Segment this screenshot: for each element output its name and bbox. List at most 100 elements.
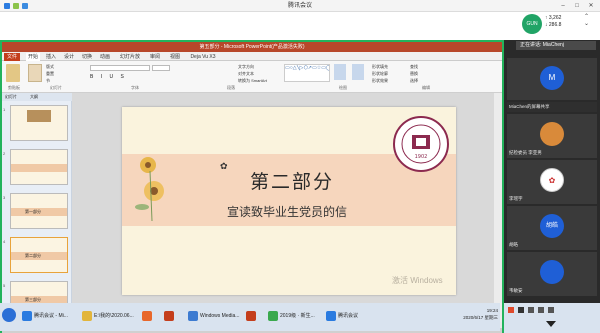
new-slide-icon[interactable]	[28, 64, 42, 82]
shape-outline-button[interactable]: 形状轮廓	[372, 71, 388, 76]
activate-windows-watermark: 激活 Windows	[392, 276, 443, 285]
tab-outline[interactable]: 大纲	[30, 94, 38, 100]
thumb-title: 第二部分	[25, 253, 41, 258]
tab-view[interactable]: 视图	[168, 53, 182, 61]
meeting-title: 腾讯会议	[287, 3, 312, 9]
university-seal-logo: 1902	[393, 116, 449, 172]
task-wechat[interactable]: 2019级 · 新生...	[266, 307, 320, 325]
network-badge[interactable]: GUN	[522, 14, 542, 34]
participant-tile[interactable]: 韦敏安	[507, 252, 597, 296]
tab-transition[interactable]: 切换	[80, 53, 94, 61]
shape-effects-button[interactable]: 形状效果	[372, 78, 388, 83]
ime-mode-icon[interactable]	[518, 307, 524, 313]
group-drawing: 绘图	[339, 85, 347, 90]
thumb-number: 4	[3, 239, 6, 244]
tab-slideshow[interactable]: 幻灯片放映	[118, 53, 142, 68]
find-button[interactable]: 查找	[410, 64, 418, 69]
align-text-button[interactable]: 对齐文本	[238, 71, 254, 76]
maximize-icon[interactable]: □	[570, 0, 584, 12]
ppt-title-bar: 第五部分 - Microsoft PowerPoint(产品激活失败)	[2, 42, 502, 52]
tab-slides[interactable]: 幻灯片	[5, 94, 17, 100]
task-tencent-meeting[interactable]: 腾讯会议 - Mi...	[20, 307, 76, 325]
group-font: 字体	[131, 85, 139, 90]
system-tray	[504, 303, 600, 333]
participant-name: 李瑶宇	[509, 196, 523, 201]
ppt-ribbon: 版式 重置 节 B I U S 文字方向 对齐文本 转换为 SmartArt ▭…	[2, 61, 502, 93]
replace-button[interactable]: 替换	[410, 71, 418, 76]
meeting-title-bar: 腾讯会议 – □ ✕	[0, 0, 600, 12]
ime-icon[interactable]	[508, 307, 514, 313]
group-paragraph: 段落	[227, 85, 235, 90]
tab-home[interactable]: 开始	[26, 53, 40, 61]
section-button[interactable]: 节	[46, 78, 50, 83]
ppt-ribbon-tabs: 文件 开始 插入 设计 切换 动画 幻灯片放映 审阅 视图 Deja Vu X3	[2, 52, 502, 68]
tab-dejavu[interactable]: Deja Vu X3	[188, 53, 218, 61]
thumb-number: 2	[3, 151, 6, 156]
paste-icon[interactable]	[6, 64, 20, 82]
avatar: ✿	[540, 168, 564, 192]
network-stats: ↑ 3,262 ↓ 286.8	[545, 15, 585, 29]
arrange-icon[interactable]	[334, 64, 346, 80]
slide-subtitle[interactable]: 宣读致毕业生党员的信	[182, 203, 392, 219]
thumb-number: 1	[3, 107, 6, 112]
font-style-buttons[interactable]: B I U S	[90, 74, 127, 80]
close-icon[interactable]: ✕	[584, 0, 598, 12]
volume-icon[interactable]	[528, 307, 534, 313]
keyboard-icon[interactable]	[538, 307, 544, 313]
more-icon[interactable]: ⌃ ⌄	[584, 14, 589, 28]
task-windows-media[interactable]: Windows Media...	[186, 307, 240, 325]
quick-styles-icon[interactable]	[352, 64, 364, 80]
select-button[interactable]: 选择	[410, 78, 418, 83]
meeting-toolbar	[0, 12, 600, 40]
thumb-number: 3	[3, 195, 6, 200]
network-icon[interactable]	[548, 307, 554, 313]
participant-tile[interactable]: ✿ 李瑶宇	[507, 160, 597, 204]
avatar: M	[540, 66, 564, 90]
text-direction-button[interactable]: 文字方向	[238, 64, 254, 69]
group-clipboard: 剪贴板	[8, 85, 20, 90]
font-name-select[interactable]	[90, 65, 150, 71]
participant-name: 胡皓	[509, 242, 518, 247]
slide-title[interactable]: 第二部分	[212, 167, 372, 193]
current-slide[interactable]: ✿ 第二部分 宣读致毕业生党员的信 1902 激活 Windows	[122, 107, 456, 295]
tab-design[interactable]: 设计	[62, 53, 76, 61]
tab-review[interactable]: 审阅	[148, 53, 162, 61]
avatar: 胡皓	[540, 214, 564, 238]
seal-year: 1902	[415, 154, 428, 160]
layout-button[interactable]: 版式	[46, 64, 54, 69]
task-powerpoint-2[interactable]	[244, 307, 262, 325]
slide-thumbnail-selected[interactable]: 第二部分	[10, 237, 68, 273]
thumb-number: 5	[3, 283, 6, 288]
group-editing: 编辑	[422, 85, 430, 90]
clock[interactable]: 19:24 2020/6/17 星期三	[452, 307, 498, 321]
task-firefox[interactable]	[140, 307, 158, 325]
smartart-button[interactable]: 转换为 SmartArt	[238, 78, 267, 83]
vertical-scrollbar[interactable]	[494, 93, 502, 322]
participant-name: MiaChen的屏幕共享	[509, 104, 550, 109]
avatar	[540, 122, 564, 146]
participant-tile[interactable]: 纪检委员 李亚男	[507, 114, 597, 158]
minimize-icon[interactable]: –	[556, 0, 570, 12]
shape-fill-button[interactable]: 形状填充	[372, 64, 388, 69]
participant-label-row: MiaChen的屏幕共享	[507, 102, 597, 112]
chevron-down-icon[interactable]	[546, 321, 556, 327]
avatar	[540, 260, 564, 284]
task-file-explorer[interactable]: E:\我的\2020.06...	[80, 307, 136, 325]
task-powerpoint[interactable]	[162, 307, 180, 325]
participant-tile[interactable]: M	[507, 58, 597, 100]
start-icon[interactable]	[2, 308, 16, 322]
tab-file[interactable]: 文件	[4, 53, 20, 61]
slide-thumbnail[interactable]	[10, 105, 68, 141]
task-tencent-meeting-2[interactable]: 腾讯会议	[324, 307, 374, 325]
participant-tile[interactable]: 胡皓 胡皓	[507, 206, 597, 250]
shapes-gallery[interactable]: ▭○△╲▷⬡↗▭☆▭◯▱	[284, 64, 330, 82]
participant-rail: M MiaChen的屏幕共享 纪检委员 李亚男 ✿ 李瑶宇 胡皓 胡皓 韦敏安	[504, 40, 600, 333]
font-size-select[interactable]	[152, 65, 170, 71]
reset-button[interactable]: 重置	[46, 71, 54, 76]
group-slides: 幻灯片	[50, 85, 62, 90]
tab-insert[interactable]: 插入	[44, 53, 58, 61]
thumb-band	[11, 164, 67, 172]
slide-thumbnail[interactable]: 第一部分	[10, 193, 68, 229]
slide-thumbnail[interactable]	[10, 149, 68, 185]
tab-animation[interactable]: 动画	[98, 53, 112, 61]
